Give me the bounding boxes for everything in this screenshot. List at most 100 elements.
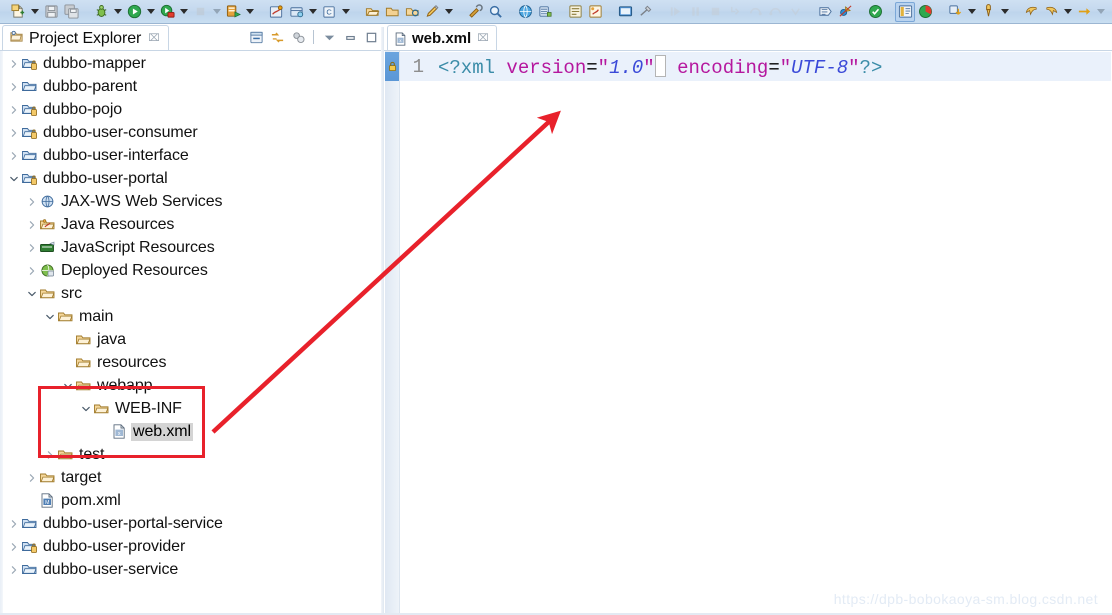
twisty-collapsed-icon[interactable] <box>7 512 21 535</box>
tree-item-dubbo-user-consumer[interactable]: dubbo-user-consumer <box>3 121 381 144</box>
lock-marker-icon[interactable] <box>385 52 399 81</box>
toggle-breakpoints-icon[interactable] <box>815 2 835 22</box>
edit-dropdown[interactable] <box>442 2 455 22</box>
twisty-collapsed-icon[interactable] <box>25 236 39 259</box>
stop-icon[interactable] <box>190 2 210 22</box>
view-menu-icon[interactable] <box>320 28 338 46</box>
close-icon[interactable]: ⌧ <box>477 33 489 44</box>
save-all-icon[interactable] <box>61 2 81 22</box>
console-icon[interactable] <box>615 2 635 22</box>
twisty-collapsed-icon[interactable] <box>7 144 21 167</box>
project-tree[interactable]: dubbo-mapper dubbo-parent dubbo-pojo dubbo-… <box>3 52 381 615</box>
external-tools-icon[interactable] <box>465 2 485 22</box>
annotation-icon[interactable] <box>565 2 585 22</box>
new-class-dropdown[interactable] <box>339 2 352 22</box>
twisty-collapsed-icon[interactable] <box>25 213 39 236</box>
tree-item-src[interactable]: src <box>3 282 381 305</box>
twisty-collapsed-icon[interactable] <box>25 190 39 213</box>
open-type-icon[interactable] <box>362 2 382 22</box>
new-package-icon[interactable] <box>286 2 306 22</box>
skip-breakpoints-icon[interactable] <box>835 2 855 22</box>
save-icon[interactable] <box>41 2 61 22</box>
bean-icon[interactable] <box>585 2 605 22</box>
tree-item-pom-xml[interactable]: Mpom.xml <box>3 489 381 512</box>
twisty-expanded-icon[interactable] <box>25 282 39 305</box>
coverage-dropdown[interactable] <box>177 2 190 22</box>
new-class-icon[interactable]: C <box>319 2 339 22</box>
maximize-icon[interactable] <box>362 28 380 46</box>
twisty-expanded-icon[interactable] <box>7 167 21 190</box>
last-edit-location-icon[interactable] <box>978 2 998 22</box>
run-dropdown[interactable] <box>144 2 157 22</box>
editor-vertical-ruler[interactable] <box>385 51 400 615</box>
download-dropdown[interactable] <box>965 2 978 22</box>
tree-item-dubbo-user-interface[interactable]: dubbo-user-interface <box>3 144 381 167</box>
code-editor-canvas[interactable]: 1 <?xml version="1.0" encoding="UTF-8"?> <box>400 51 1111 615</box>
tree-item-jax-ws-web-services[interactable]: JAX-WS Web Services <box>3 190 381 213</box>
step-over-icon[interactable] <box>745 2 765 22</box>
twisty-collapsed-icon[interactable] <box>7 558 21 581</box>
tree-item-dubbo-pojo[interactable]: dubbo-pojo <box>3 98 381 121</box>
download-source-icon[interactable] <box>945 2 965 22</box>
twisty-none-icon[interactable] <box>61 328 75 351</box>
tree-item-dubbo-user-provider[interactable]: dubbo-user-provider <box>3 535 381 558</box>
minimize-icon[interactable] <box>341 28 359 46</box>
debug-dropdown[interactable] <box>111 2 124 22</box>
twisty-collapsed-icon[interactable] <box>25 259 39 282</box>
twisty-collapsed-icon[interactable] <box>7 535 21 558</box>
tree-item-dubbo-mapper[interactable]: dubbo-mapper <box>3 52 381 75</box>
suspend-icon[interactable] <box>685 2 705 22</box>
tree-item-java-resources[interactable]: Java Resources <box>3 213 381 236</box>
next-annotation-dropdown[interactable] <box>1094 2 1107 22</box>
forward-icon[interactable] <box>1041 2 1061 22</box>
clear-icon[interactable] <box>635 2 655 22</box>
run-as-server-icon[interactable] <box>223 2 243 22</box>
edit-icon[interactable] <box>422 2 442 22</box>
tree-item-dubbo-user-service[interactable]: dubbo-user-service <box>3 558 381 581</box>
open-resource-icon[interactable] <box>402 2 422 22</box>
twisty-collapsed-icon[interactable] <box>7 121 21 144</box>
twisty-collapsed-icon[interactable] <box>7 52 21 75</box>
tree-item-main[interactable]: main <box>3 305 381 328</box>
tree-item-dubbo-user-portal-service[interactable]: dubbo-user-portal-service <box>3 512 381 535</box>
tree-item-java[interactable]: java <box>3 328 381 351</box>
step-return-icon[interactable] <box>765 2 785 22</box>
twisty-collapsed-icon[interactable] <box>25 466 39 489</box>
twisty-collapsed-icon[interactable] <box>7 75 21 98</box>
step-into-icon[interactable] <box>725 2 745 22</box>
code-text[interactable]: <?xml version="1.0" encoding="UTF-8"?> <box>438 54 882 79</box>
focus-on-active-task-icon[interactable] <box>289 28 307 46</box>
drop-to-frame-icon[interactable] <box>785 2 805 22</box>
search-icon[interactable] <box>485 2 505 22</box>
resume-icon[interactable] <box>665 2 685 22</box>
debug-icon[interactable] <box>91 2 111 22</box>
link-with-editor-icon[interactable] <box>268 28 286 46</box>
tree-item-dubbo-user-portal[interactable]: dubbo-user-portal <box>3 167 381 190</box>
twisty-expanded-icon[interactable] <box>43 305 57 328</box>
twisty-none-icon[interactable] <box>61 351 75 374</box>
run-coverage-icon[interactable] <box>157 2 177 22</box>
run-as-server-dropdown[interactable] <box>243 2 256 22</box>
tree-item-resources[interactable]: resources <box>3 351 381 374</box>
tree-item-target[interactable]: target <box>3 466 381 489</box>
tree-item-dubbo-parent[interactable]: dubbo-parent <box>3 75 381 98</box>
perspective-debug-icon[interactable] <box>915 2 935 22</box>
nav-dropdown[interactable] <box>1061 2 1074 22</box>
tree-item-deployed-resources[interactable]: Deployed Resources <box>3 259 381 282</box>
open-folder-icon[interactable] <box>382 2 402 22</box>
stop-dropdown[interactable] <box>210 2 223 22</box>
collapse-all-icon[interactable] <box>247 28 265 46</box>
new-wizard-icon[interactable] <box>8 2 28 22</box>
tree-item-javascript-resources[interactable]: JavaScript Resources <box>3 236 381 259</box>
code-line-1[interactable]: 1 <?xml version="1.0" encoding="UTF-8"?> <box>400 52 1111 81</box>
validate-icon[interactable] <box>865 2 885 22</box>
tab-web-xml[interactable]: x web.xml ⌧ <box>387 25 497 51</box>
perspective-java-ee-icon[interactable] <box>895 1 915 22</box>
twisty-collapsed-icon[interactable] <box>7 98 21 121</box>
tab-project-explorer[interactable]: Project Explorer ⌧ <box>2 25 169 51</box>
close-icon[interactable]: ⌧ <box>148 33 160 44</box>
browser-icon[interactable] <box>515 2 535 22</box>
new-java-project-icon[interactable] <box>266 2 286 22</box>
new-wizard-dropdown[interactable] <box>28 2 41 22</box>
twisty-none-icon[interactable] <box>25 489 39 512</box>
